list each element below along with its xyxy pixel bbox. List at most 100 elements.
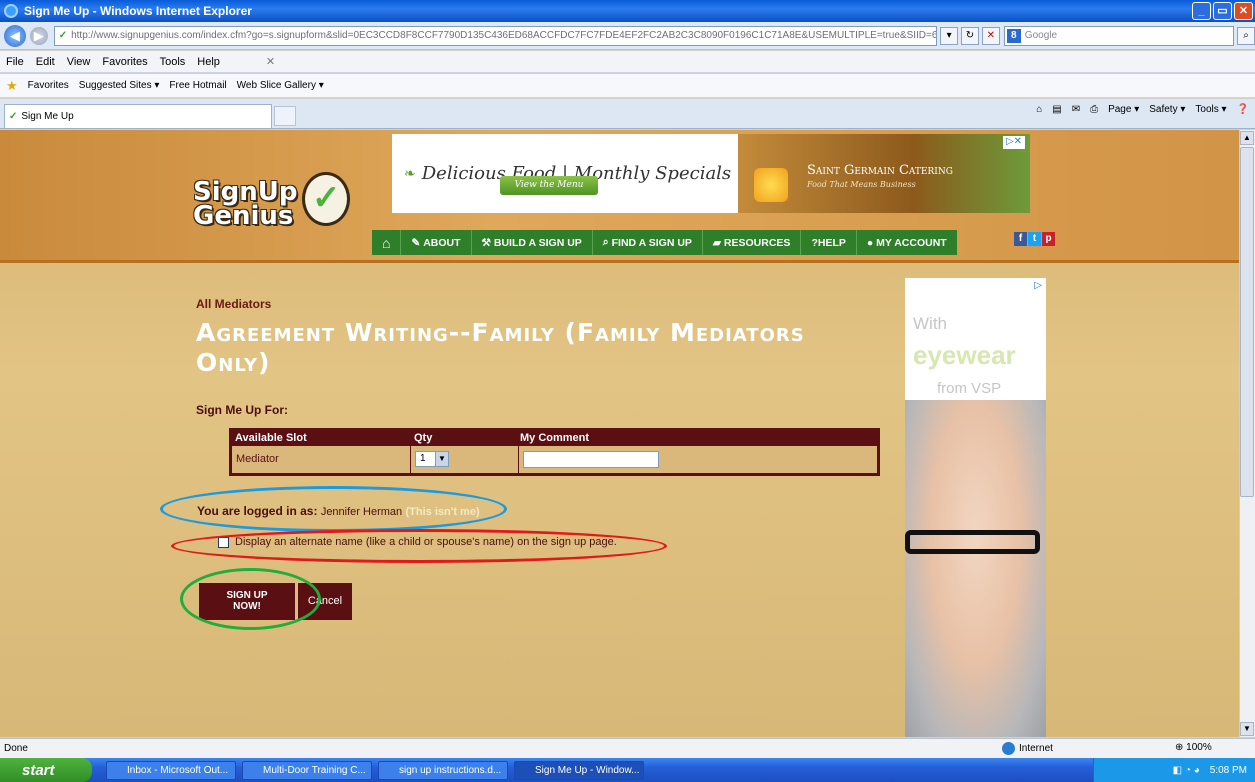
nav-help[interactable]: ? HELP [800, 230, 855, 255]
user-icon: ● [866, 236, 874, 249]
sign-me-up-for-heading: Sign Me Up For: [196, 403, 288, 417]
nav-resources-label: RESOURCES [723, 236, 791, 249]
facebook-icon[interactable]: f [1014, 232, 1027, 246]
mail-icon[interactable]: ✉ [1072, 104, 1080, 115]
menu-bar: File Edit View Favorites Tools Help ✕ [0, 51, 1255, 73]
globe-icon [1002, 742, 1015, 755]
ie-icon [4, 4, 18, 18]
refresh-button[interactable]: ↻ [961, 26, 979, 45]
feeds-icon[interactable]: ▤ [1052, 104, 1061, 115]
slot-cell: Mediator [236, 453, 279, 465]
system-tray: ◧ ◔ ◕ 5:08 PM [1093, 758, 1255, 782]
stop-button[interactable]: ✕ [981, 26, 1000, 45]
nav-build[interactable]: ⚒ BUILD A SIGN UP [470, 230, 592, 255]
side-ad-line2: eyewear [913, 340, 1016, 370]
home-icon[interactable]: ⌂ [1036, 104, 1042, 115]
check-icon: ✓ [9, 111, 18, 122]
logo-line2: Genius [193, 201, 294, 231]
zoom-icon: ⊕ [1175, 742, 1184, 753]
adchoices-icon[interactable]: ▷ [1034, 280, 1042, 291]
search-icon: ⌕ [602, 236, 609, 248]
signupgenius-logo[interactable]: SignUp Genius [193, 179, 353, 250]
comment-input[interactable] [523, 451, 659, 468]
task-multi-door[interactable]: Multi-Door Training C... [242, 761, 372, 780]
back-button[interactable]: ◀ [4, 24, 26, 47]
page-menu[interactable]: Page ▾ [1108, 104, 1139, 115]
address-dropdown-button[interactable]: ▾ [940, 26, 959, 45]
help-icon[interactable]: ❓ [1237, 104, 1249, 115]
menu-tools[interactable]: Tools [160, 56, 186, 68]
status-text: Done [4, 743, 28, 754]
address-url: http://www.signupgenius.com/index.cfm?go… [71, 30, 938, 41]
category-label: All Mediators [196, 297, 272, 311]
qty-select[interactable]: 1 ▼ [415, 451, 449, 467]
print-icon[interactable]: ⎙ [1090, 104, 1098, 115]
address-bar[interactable]: ✓ http://www.signupgenius.com/index.cfm?… [53, 25, 938, 46]
annotation-blue-ellipse [160, 486, 507, 532]
task-sign-up-instructions[interactable]: sign up instructions.d... [378, 761, 508, 780]
google-icon: 8 [1006, 28, 1021, 43]
close-toolbar-icon[interactable]: ✕ [266, 55, 275, 68]
task-outlook[interactable]: Inbox - Microsoft Out... [106, 761, 236, 780]
zoom-value: 100% [1186, 742, 1212, 753]
scroll-up-button[interactable]: ▲ [1240, 131, 1254, 145]
start-button[interactable]: start [0, 758, 92, 782]
scrollbar-thumb[interactable] [1240, 147, 1254, 497]
start-label: start [22, 761, 55, 779]
search-input[interactable]: 8 Google [1003, 25, 1235, 46]
ad-view-menu-button[interactable]: View the Menu [500, 176, 598, 195]
pinterest-icon[interactable]: p [1042, 232, 1055, 246]
about-icon: ✎ [411, 236, 421, 249]
maximize-button[interactable]: ▭ [1213, 2, 1232, 20]
ad-close-icon[interactable]: ▷✕ [1003, 136, 1025, 149]
close-button[interactable]: ✕ [1234, 2, 1253, 20]
annotation-green-ellipse [180, 568, 321, 630]
menu-file[interactable]: File [6, 56, 24, 68]
table-row: Mediator 1 ▼ [232, 446, 877, 473]
tray-icons[interactable]: ◧ ◔ ◕ [1173, 765, 1200, 776]
nav-help-label: HELP [817, 236, 846, 249]
star-icon: ★ [6, 77, 18, 93]
menu-help[interactable]: Help [197, 56, 220, 68]
new-tab-button[interactable] [274, 106, 296, 126]
nav-find[interactable]: ⌕ FIND A SIGN UP [591, 230, 702, 255]
favorites-button[interactable]: Favorites [28, 80, 69, 91]
col-header-qty: Qty [414, 432, 433, 444]
search-button[interactable]: ⌕ [1237, 26, 1255, 45]
tab-sign-me-up[interactable]: ✓ Sign Me Up [4, 104, 272, 128]
nav-find-label: FIND A SIGN UP [611, 236, 692, 249]
menu-view[interactable]: View [67, 56, 91, 68]
free-hotmail-link[interactable]: Free Hotmail [169, 80, 226, 91]
scroll-down-button[interactable]: ▼ [1240, 722, 1254, 736]
task-sign-me-up[interactable]: Sign Me Up - Window... [514, 761, 644, 780]
safety-menu[interactable]: Safety ▾ [1149, 104, 1185, 115]
qty-value: 1 [420, 453, 426, 464]
annotation-red-ellipse [171, 529, 667, 563]
social-links: f t p [1014, 232, 1055, 246]
task-multi-door-label: Multi-Door Training C... [263, 765, 366, 776]
wrench-icon: ⚒ [481, 236, 491, 249]
task-sign-up-instructions-label: sign up instructions.d... [399, 765, 502, 776]
suggested-sites-link[interactable]: Suggested Sites ▾ [79, 80, 160, 91]
menu-favorites[interactable]: Favorites [102, 56, 147, 68]
web-slice-gallery-link[interactable]: Web Slice Gallery ▾ [237, 80, 324, 91]
forward-button[interactable]: ▶ [29, 26, 48, 45]
chevron-down-icon: ▼ [435, 452, 448, 466]
sun-logo-icon [754, 168, 788, 202]
nav-about[interactable]: ✎ ABOUT [400, 230, 470, 255]
side-ad-line1: With [913, 314, 947, 333]
nav-account[interactable]: ● MY ACCOUNT [855, 230, 957, 255]
task-sign-me-up-label: Sign Me Up - Window... [535, 765, 640, 776]
twitter-icon[interactable]: t [1028, 232, 1041, 246]
folder-icon: ▰ [712, 236, 721, 249]
nav-resources[interactable]: ▰ RESOURCES [701, 230, 801, 255]
task-outlook-label: Inbox - Microsoft Out... [127, 765, 229, 776]
menu-edit[interactable]: Edit [36, 56, 55, 68]
tools-menu[interactable]: Tools ▾ [1195, 104, 1226, 115]
zoom-level[interactable]: ⊕ 100% [1175, 742, 1212, 753]
ad-tagline: Food That Means Business [807, 180, 916, 189]
col-header-comment: My Comment [520, 432, 590, 444]
leaf-icon: ❧ [404, 165, 416, 181]
nav-home[interactable]: ⌂ [372, 230, 400, 255]
minimize-button[interactable]: _ [1192, 2, 1211, 20]
